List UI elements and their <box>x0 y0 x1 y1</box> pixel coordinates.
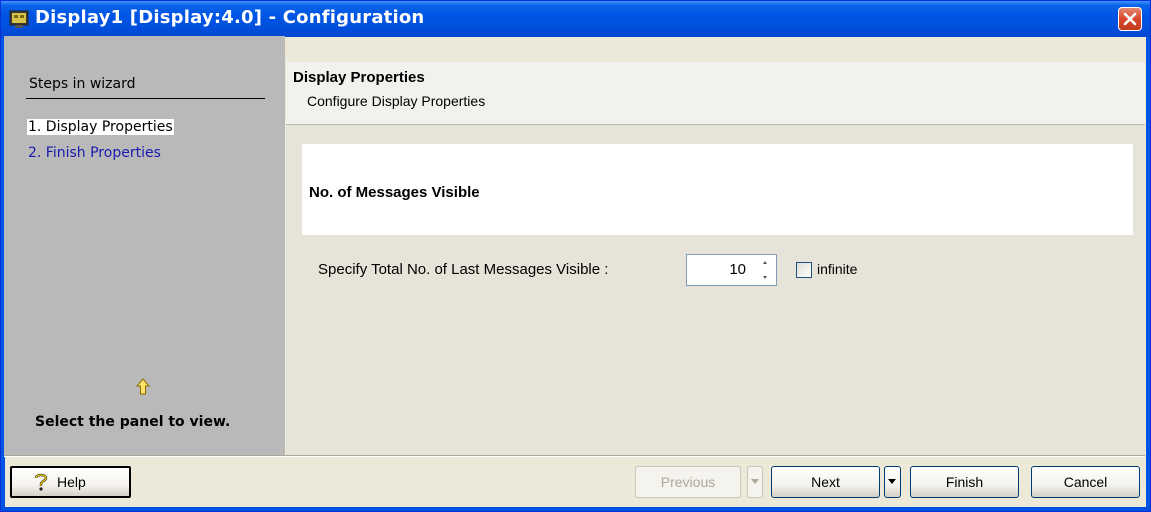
window-frame-right <box>1146 37 1150 511</box>
help-icon <box>34 473 48 491</box>
next-dropdown-button[interactable] <box>884 466 901 498</box>
steps-divider <box>26 98 265 99</box>
infinite-checkbox[interactable] <box>796 262 812 278</box>
spin-down-icon[interactable] <box>757 271 773 283</box>
previous-dropdown-button[interactable] <box>747 466 763 498</box>
section-title: No. of Messages Visible <box>309 184 480 201</box>
up-arrow-icon <box>136 378 150 395</box>
window-frame-bottom <box>1 507 1150 511</box>
step-finish-properties[interactable]: 2. Finish Properties <box>28 145 161 161</box>
footer-divider <box>4 455 1145 457</box>
previous-button-label: Previous <box>660 474 716 490</box>
cancel-button[interactable]: Cancel <box>1031 466 1140 498</box>
app-icon <box>9 10 29 28</box>
page-title: Display Properties <box>293 69 425 86</box>
steps-heading: Steps in wizard <box>29 76 136 92</box>
dropdown-arrow-icon <box>888 479 896 484</box>
next-button[interactable]: Next <box>771 466 880 498</box>
messages-visible-label: Specify Total No. of Last Messages Visib… <box>318 261 609 278</box>
next-button-label: Next <box>811 474 840 490</box>
infinite-label[interactable]: infinite <box>817 261 857 277</box>
help-button[interactable]: Help <box>10 466 131 498</box>
cancel-button-label: Cancel <box>1063 474 1108 490</box>
messages-visible-spinner[interactable]: 10 <box>686 254 777 286</box>
finish-button-label: Finish <box>945 474 984 490</box>
spinner-value[interactable]: 10 <box>729 261 746 278</box>
select-panel-hint: Select the panel to view. <box>35 414 231 430</box>
title-bar[interactable]: Display1 [Display:4.0] - Configuration <box>1 1 1150 37</box>
spin-up-icon[interactable] <box>757 257 773 269</box>
previous-button[interactable]: Previous <box>635 466 741 498</box>
help-button-label: Help <box>57 474 86 490</box>
dropdown-arrow-icon <box>751 479 759 484</box>
close-button[interactable] <box>1118 7 1142 31</box>
finish-button[interactable]: Finish <box>910 466 1019 498</box>
page-subtitle: Configure Display Properties <box>307 93 486 109</box>
step-display-properties[interactable]: 1. Display Properties <box>27 119 174 135</box>
close-icon <box>1123 12 1137 26</box>
window-title: Display1 [Display:4.0] - Configuration <box>35 7 425 28</box>
